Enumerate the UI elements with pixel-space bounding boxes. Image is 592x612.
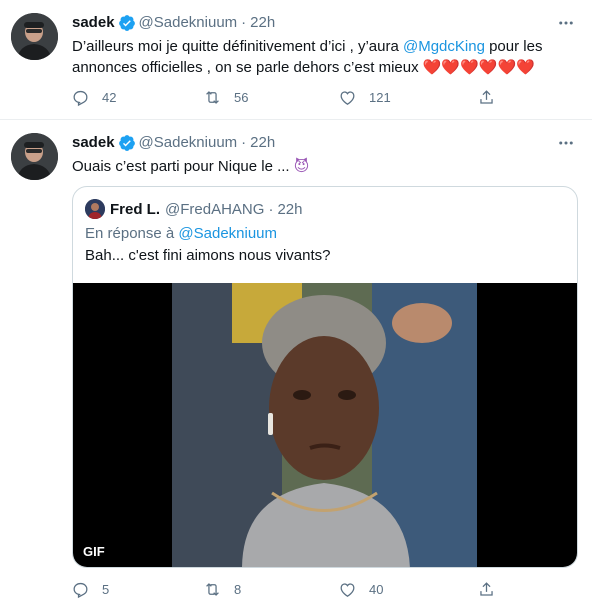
- devil-emoji: 😈: [293, 158, 310, 175]
- reply-context: En réponse à @Sadekniuum: [85, 225, 277, 242]
- like-icon: [340, 90, 355, 105]
- quoted-avatar: [85, 199, 105, 219]
- tweet[interactable]: sadek @Sadekniuum · 22h Ouais c’est part…: [0, 120, 592, 612]
- verified-icon: [118, 15, 135, 31]
- gif-badge: GIF: [83, 544, 105, 559]
- like-count: 121: [369, 89, 391, 105]
- separator-dot: ·: [241, 14, 247, 31]
- retweet-button[interactable]: 56: [203, 88, 248, 107]
- more-icon[interactable]: [554, 133, 578, 153]
- mention-link[interactable]: @Sadekniuum: [178, 225, 277, 242]
- quoted-tweet-header: Fred L. @FredAHANG · 22h: [85, 199, 302, 219]
- retweet-count: 8: [234, 581, 242, 597]
- reply-icon: [73, 582, 88, 598]
- like-button[interactable]: 121: [338, 88, 391, 107]
- share-icon: [480, 581, 493, 596]
- tweet-text: Ouais c’est parti pour Nique le ... 😈: [72, 156, 578, 177]
- mention-link[interactable]: @MgdcKing: [403, 38, 485, 55]
- avatar[interactable]: [11, 13, 58, 60]
- heart-emoji: ❤️❤️❤️❤️❤️❤️: [422, 59, 535, 76]
- quoted-handle: @FredAHANG: [165, 200, 265, 218]
- tweet-actions: 5 8 40: [0, 578, 592, 600]
- like-button[interactable]: 40: [338, 580, 383, 599]
- display-name[interactable]: sadek: [72, 133, 115, 153]
- tweet-header: sadek @Sadekniuum · 22h: [72, 133, 578, 153]
- separator-dot: ·: [241, 134, 247, 151]
- tweet[interactable]: sadek @Sadekniuum · 22h D’ailleurs moi j…: [0, 0, 592, 120]
- tweet-text-part: Ouais c’est parti pour Nique le ...: [72, 158, 294, 175]
- quoted-tweet-text: Bah... c'est fini aimons nous vivants?: [85, 247, 331, 264]
- tweet-text-part: D’ailleurs moi je quitte définitivement …: [72, 38, 403, 55]
- handle[interactable]: @Sadekniuum: [139, 133, 238, 153]
- tweet-actions: 42 56 121: [0, 86, 592, 108]
- gif-image: [172, 283, 477, 567]
- gif-media[interactable]: GIF: [73, 283, 577, 567]
- retweet-icon: [206, 90, 219, 104]
- share-button[interactable]: [477, 88, 496, 107]
- reply-button[interactable]: 42: [71, 88, 116, 107]
- quoted-tweet[interactable]: Fred L. @FredAHANG · 22h En réponse à @S…: [72, 186, 578, 568]
- tweet-header: sadek @Sadekniuum · 22h: [72, 13, 578, 33]
- share-button[interactable]: [477, 580, 496, 599]
- share-icon: [480, 89, 493, 104]
- reply-count: 5: [102, 581, 110, 597]
- like-icon: [340, 582, 355, 597]
- avatar[interactable]: [11, 133, 58, 180]
- verified-icon: [118, 135, 135, 151]
- retweet-count: 56: [234, 89, 249, 105]
- reply-context-label: En réponse à: [85, 225, 179, 242]
- like-count: 40: [369, 581, 384, 597]
- timestamp[interactable]: 22h: [250, 13, 275, 33]
- tweet-text: D’ailleurs moi je quitte définitivement …: [72, 36, 562, 78]
- reply-button[interactable]: 5: [71, 580, 109, 599]
- reply-count: 42: [102, 89, 117, 105]
- timestamp[interactable]: 22h: [250, 133, 275, 153]
- separator-dot: ·: [268, 200, 274, 218]
- reply-icon: [73, 90, 88, 106]
- retweet-button[interactable]: 8: [203, 580, 241, 599]
- quoted-display-name: Fred L.: [110, 200, 161, 218]
- handle[interactable]: @Sadekniuum: [139, 13, 238, 33]
- display-name[interactable]: sadek: [72, 13, 115, 33]
- quoted-timestamp: 22h: [277, 200, 303, 218]
- more-icon[interactable]: [554, 13, 578, 33]
- retweet-icon: [206, 582, 219, 596]
